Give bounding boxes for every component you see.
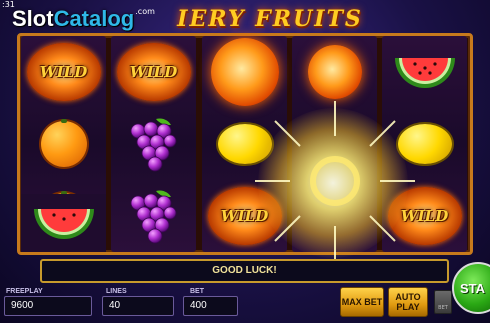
watermelon-icon bbox=[394, 58, 455, 88]
symbol-grapes bbox=[111, 180, 196, 252]
auto-play-button[interactable]: AUTO PLAY bbox=[388, 287, 428, 317]
wild-symbol: WILD bbox=[26, 43, 101, 101]
grapes-icon bbox=[130, 118, 176, 172]
lines-label: LINES bbox=[106, 288, 127, 295]
watermelon-icon bbox=[33, 209, 94, 239]
logo-slot-text: Slot bbox=[12, 6, 54, 31]
symbol-orange bbox=[21, 108, 106, 180]
symbol-wild: WILD bbox=[111, 36, 196, 108]
logo-catalog-text: Catalog bbox=[53, 6, 135, 31]
game-title: IERY FRUITS bbox=[177, 6, 363, 32]
bet-value: 400 bbox=[183, 296, 238, 316]
reel-2: WILD bbox=[111, 36, 196, 252]
symbol-grapes bbox=[111, 108, 196, 180]
max-bet-button[interactable]: MAX BET bbox=[340, 287, 384, 317]
sparkle-rays-icon bbox=[255, 101, 415, 261]
bet-small-button[interactable]: BET bbox=[434, 290, 452, 314]
grapes-icon bbox=[130, 190, 176, 244]
lines-value: 40 bbox=[102, 296, 174, 316]
wild-symbol: WILD bbox=[116, 43, 191, 101]
message-bar: GOOD LUCK! bbox=[40, 259, 449, 283]
bet-label: BET bbox=[190, 288, 204, 295]
freeplay-value: 9600 bbox=[4, 296, 92, 316]
wild-label: WILD bbox=[39, 63, 88, 81]
fireball-icon bbox=[307, 45, 362, 99]
wild-label: WILD bbox=[129, 63, 178, 81]
symbol-watermelon bbox=[21, 194, 106, 252]
freeplay-label: FREEPLAY bbox=[6, 288, 43, 295]
symbol-wild: WILD bbox=[21, 36, 106, 108]
orange-icon bbox=[40, 119, 87, 167]
